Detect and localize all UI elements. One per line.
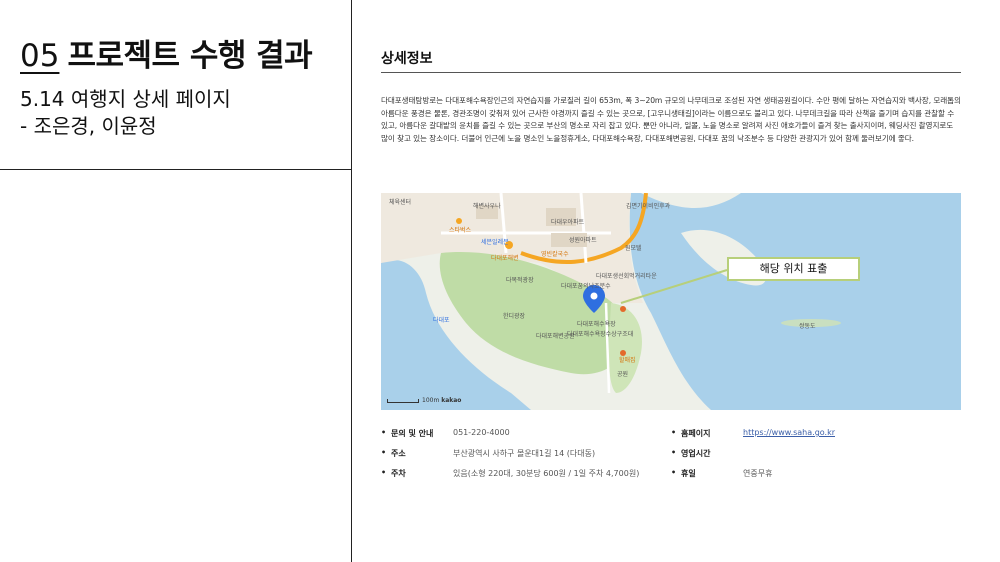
info-value: 051-220-4000 (453, 428, 510, 437)
map-label: 다대포 (433, 317, 450, 324)
info-label: 문의 및 안내 (391, 429, 434, 438)
map-scale: 100m kakao (387, 397, 461, 404)
map-callout: 해당 위치 표출 (727, 257, 860, 281)
info-row: • 주차 있음(소형 220대, 30분당 600원 / 1일 주차 4,700원) (381, 468, 663, 480)
info-label: 영업시간 (681, 449, 711, 458)
info-row: • 문의 및 안내 051-220-4000 (381, 428, 510, 438)
detail-heading: 상세정보 (381, 51, 433, 67)
homepage-link[interactable]: https://www.saha.go.kr (743, 428, 835, 437)
map-label: 해변사우나 (473, 203, 501, 210)
map-label: 할매집 (619, 357, 636, 364)
map-brand: kakao (441, 397, 462, 404)
info-value: 연중무휴 (743, 469, 773, 478)
page-subtitle: 5.14 여행지 상세 페이지 (20, 87, 231, 111)
section-title: 프로젝트 수행 결과 (67, 38, 313, 74)
title-panel: 05 프로젝트 수행 결과 5.14 여행지 상세 페이지 - 조은경, 이윤정 (0, 0, 352, 562)
info-label: 휴일 (681, 469, 696, 478)
map-label: 다대포해변 (491, 255, 519, 262)
map-label: 다대포꿈의낙조분수 (561, 283, 611, 290)
authors: - 조은경, 이윤정 (20, 114, 157, 138)
map-label: 체육센터 (389, 199, 412, 206)
map-label: 원모텔 (625, 245, 642, 252)
page-title: 05 프로젝트 수행 결과 (20, 36, 313, 76)
scale-bar (387, 398, 419, 403)
info-row: • 영업시간 (671, 448, 743, 459)
map-label: 한디광장 (503, 313, 526, 320)
info-label: 주소 (391, 449, 406, 458)
info-row: • 주소 부산광역시 사하구 몰운대1길 14 (다대동) (381, 448, 596, 458)
map-label: 다대포해수욕장수상구조대 (567, 331, 634, 338)
map-label: 세븐일레븐 (481, 239, 509, 246)
map-label: 다목적광장 (506, 277, 534, 284)
info-value: 있음(소형 220대, 30분당 600원 / 1일 주차 4,700원) (453, 469, 640, 478)
vertical-divider (351, 0, 352, 562)
location-map[interactable]: 체육센터 해변사우나 다대우아파트 김면기이비인후과 스타벅스 세븐일레븐 성원… (381, 193, 961, 410)
map-label: 스타벅스 (449, 227, 472, 234)
map-label: 다대우아파트 (551, 219, 585, 226)
horizontal-divider (0, 169, 351, 170)
map-label: 성원아파트 (569, 237, 597, 244)
map-label: 영빈칼국수 (541, 251, 569, 258)
info-row: • 홈페이지 https://www.saha.go.kr (671, 428, 835, 438)
info-label: 주차 (391, 469, 406, 478)
info-label: 홈페이지 (681, 429, 711, 438)
map-label: 다대포해수욕장 (577, 321, 616, 328)
section-number: 05 (20, 38, 60, 74)
info-row: • 휴일 연중무휴 (671, 468, 773, 478)
info-value: 부산광역시 사하구 몰운대1길 14 (다대동) (453, 449, 596, 458)
detail-heading-rule (381, 72, 961, 73)
slide: 05 프로젝트 수행 결과 5.14 여행지 상세 페이지 - 조은경, 이윤정 … (0, 0, 1000, 562)
map-label: 공원 (617, 371, 629, 378)
scale-label: 100m (422, 397, 440, 404)
map-label: 김면기이비인후과 (626, 203, 671, 210)
map-label: 다대포생선회먹거리타운 (596, 273, 657, 280)
detail-description: 다대포생태탐방로는 다대포해수욕장인근의 자연습지를 가로질러 길이 653m,… (381, 96, 961, 143)
map-label: 쌍동도 (799, 323, 816, 330)
